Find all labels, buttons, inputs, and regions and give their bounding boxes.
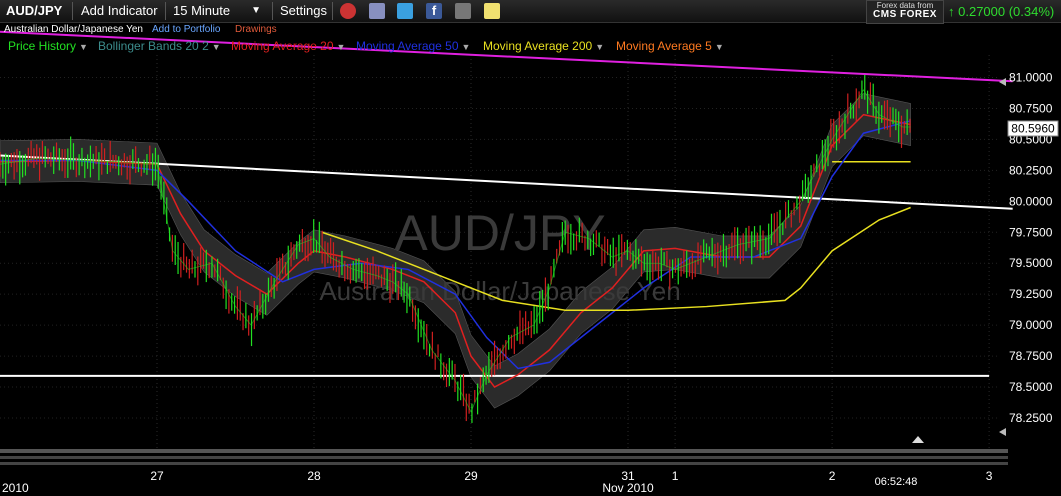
- add-indicator-button[interactable]: Add Indicator: [81, 0, 158, 22]
- toolbar-divider: [272, 2, 273, 20]
- y-tick-label: 79.2500: [1009, 287, 1053, 301]
- chart-toolbar: AUD/JPY Add Indicator 15 Minute ▼ Settin…: [0, 0, 1061, 24]
- chevron-down-icon: ▼: [211, 42, 221, 52]
- y-tick-label: 79.7500: [1009, 225, 1053, 239]
- arrow-up-icon: ↑: [948, 4, 955, 19]
- legend-item-ma5[interactable]: Moving Average 5 ▼: [616, 39, 724, 53]
- y-tick-label: 80.2500: [1009, 163, 1053, 177]
- facebook-icon[interactable]: f: [426, 3, 442, 19]
- time-readout: 06:52:48: [875, 476, 918, 488]
- chevron-down-icon: ▼: [79, 42, 88, 52]
- settings-button[interactable]: Settings: [280, 0, 327, 22]
- legend-item-bollinger-bands[interactable]: Bollinger Bands 20 2 ▼: [98, 39, 221, 53]
- instrument-name: Australian Dollar/Japanese Yen: [4, 24, 143, 35]
- x-tick-label: 3: [986, 469, 993, 483]
- x-tick-label: 2: [829, 469, 836, 483]
- y-tick-label: 81.0000: [1009, 71, 1053, 85]
- x-tick-label: 1: [672, 469, 679, 483]
- data-provider-badge[interactable]: Forex data from CMS FOREX: [866, 0, 944, 24]
- legend-item-ma20[interactable]: Moving Average 20 ▼: [231, 39, 345, 53]
- legend-label: Moving Average 50: [356, 39, 459, 53]
- y-tick-label: 78.2500: [1009, 411, 1053, 425]
- current-price-value: 80.5960: [1011, 122, 1055, 136]
- chevron-down-icon: ▼: [336, 42, 346, 52]
- x-tick-label: 28: [307, 469, 321, 483]
- price-change: ↑ 0.27000 (0.34%): [948, 4, 1054, 19]
- chevron-down-icon: ▼: [251, 5, 261, 16]
- twitter-icon[interactable]: [397, 3, 413, 19]
- y-tick-label: 79.5000: [1009, 256, 1053, 270]
- note-icon[interactable]: [484, 3, 500, 19]
- chevron-down-icon: ▼: [714, 42, 724, 52]
- y-tick-label: 80.7500: [1009, 101, 1053, 115]
- timeframe-value: 15 Minute: [173, 3, 231, 18]
- symbol-label[interactable]: AUD/JPY: [6, 0, 62, 22]
- price-chart[interactable]: AUD/JPY Australian Dollar/Japanese Yen 8…: [0, 0, 1061, 496]
- time-strip[interactable]: [0, 449, 1008, 465]
- y-tick-label: 79.0000: [1009, 318, 1053, 332]
- alarm-clock-icon[interactable]: [340, 3, 356, 19]
- month-label: Nov 2010: [602, 481, 654, 495]
- camera-icon[interactable]: [455, 3, 471, 19]
- legend-item-ma50[interactable]: Moving Average 50 ▼: [356, 39, 470, 53]
- drawings-link[interactable]: Drawings: [235, 24, 277, 35]
- legend-label: Moving Average 20: [231, 39, 334, 53]
- toolbar-divider: [165, 2, 166, 20]
- price-change-value: 0.27000 (0.34%): [958, 4, 1055, 19]
- legend-item-ma200[interactable]: Moving Average 200 ▼: [483, 39, 604, 53]
- x-tick-label: 27: [150, 469, 164, 483]
- y-tick-label: 78.7500: [1009, 349, 1053, 363]
- timeframe-select[interactable]: 15 Minute ▼: [173, 0, 265, 22]
- chart-watermark-title: AUD/JPY: [394, 205, 605, 261]
- toolbar-divider: [332, 2, 333, 20]
- legend-label: Price History: [8, 39, 77, 53]
- y-tick-label: 80.0000: [1009, 194, 1053, 208]
- chevron-down-icon: ▼: [461, 42, 471, 52]
- chevron-down-icon: ▼: [595, 42, 605, 52]
- legend-item-price-history[interactable]: Price History ▼: [8, 39, 88, 53]
- current-price-label: 80.5960: [1007, 120, 1059, 137]
- add-to-portfolio-link[interactable]: Add to Portfolio: [152, 24, 220, 35]
- y-tick-label: 78.5000: [1009, 380, 1053, 394]
- year-label: 2010: [2, 481, 29, 495]
- legend-label: Moving Average 200: [483, 39, 593, 53]
- legend-label: Moving Average 5: [616, 39, 712, 53]
- x-tick-label: 29: [464, 469, 478, 483]
- legend-label: Bollinger Bands 20 2: [98, 39, 209, 53]
- print-icon[interactable]: [369, 3, 385, 19]
- provider-brand: CMS FOREX: [873, 9, 937, 20]
- toolbar-divider: [72, 2, 73, 20]
